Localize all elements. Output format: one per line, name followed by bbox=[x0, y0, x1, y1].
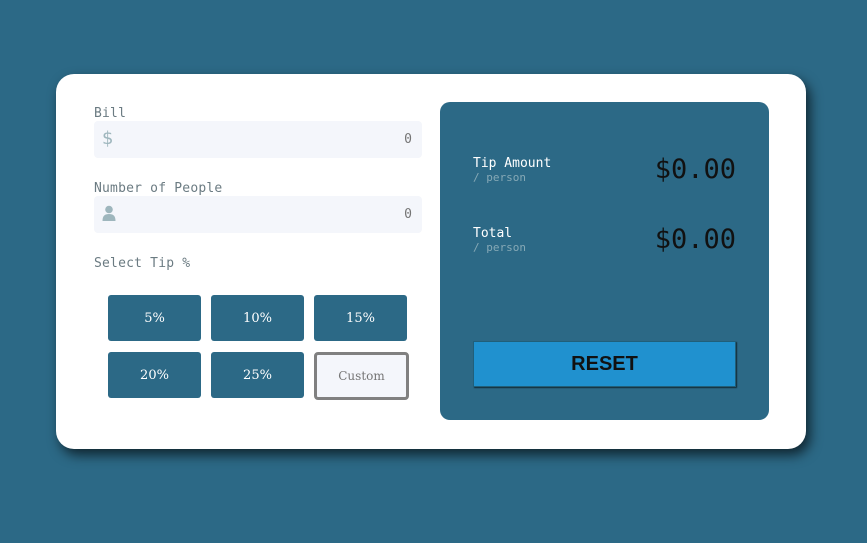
reset-button[interactable]: RESET bbox=[473, 341, 736, 387]
tip-amount-per-person: / person bbox=[473, 171, 526, 184]
tip-amount-row: Tip Amount / person $0.00 bbox=[473, 154, 736, 196]
tip-calculator-card: Bill $ Number of People Select Tip % 5% … bbox=[56, 74, 806, 449]
bill-field: $ bbox=[94, 121, 422, 158]
people-input[interactable] bbox=[122, 196, 412, 233]
people-field bbox=[94, 196, 422, 233]
tip-10-button[interactable]: 10% bbox=[211, 295, 304, 341]
total-per-person: / person bbox=[473, 241, 526, 254]
bill-input[interactable] bbox=[122, 121, 412, 158]
people-label: Number of People bbox=[94, 181, 223, 196]
tip-5-button[interactable]: 5% bbox=[108, 295, 201, 341]
total-label: Total bbox=[473, 226, 513, 241]
total-value: $0.00 bbox=[654, 224, 736, 255]
tip-25-button[interactable]: 25% bbox=[211, 352, 304, 398]
total-row: Total / person $0.00 bbox=[473, 224, 736, 266]
bill-label: Bill bbox=[94, 106, 127, 121]
results-panel: Tip Amount / person $0.00 Total / person… bbox=[440, 102, 769, 420]
tip-options: 5% 10% 15% 20% 25% bbox=[108, 295, 409, 400]
custom-tip-input[interactable] bbox=[314, 352, 409, 400]
input-panel: Bill $ Number of People Select Tip % 5% … bbox=[94, 104, 422, 424]
tip-amount-label: Tip Amount bbox=[473, 156, 552, 171]
dollar-icon: $ bbox=[102, 128, 114, 149]
select-tip-label: Select Tip % bbox=[94, 256, 191, 271]
person-icon bbox=[102, 205, 116, 223]
tip-15-button[interactable]: 15% bbox=[314, 295, 407, 341]
tip-20-button[interactable]: 20% bbox=[108, 352, 201, 398]
tip-amount-value: $0.00 bbox=[654, 154, 736, 185]
